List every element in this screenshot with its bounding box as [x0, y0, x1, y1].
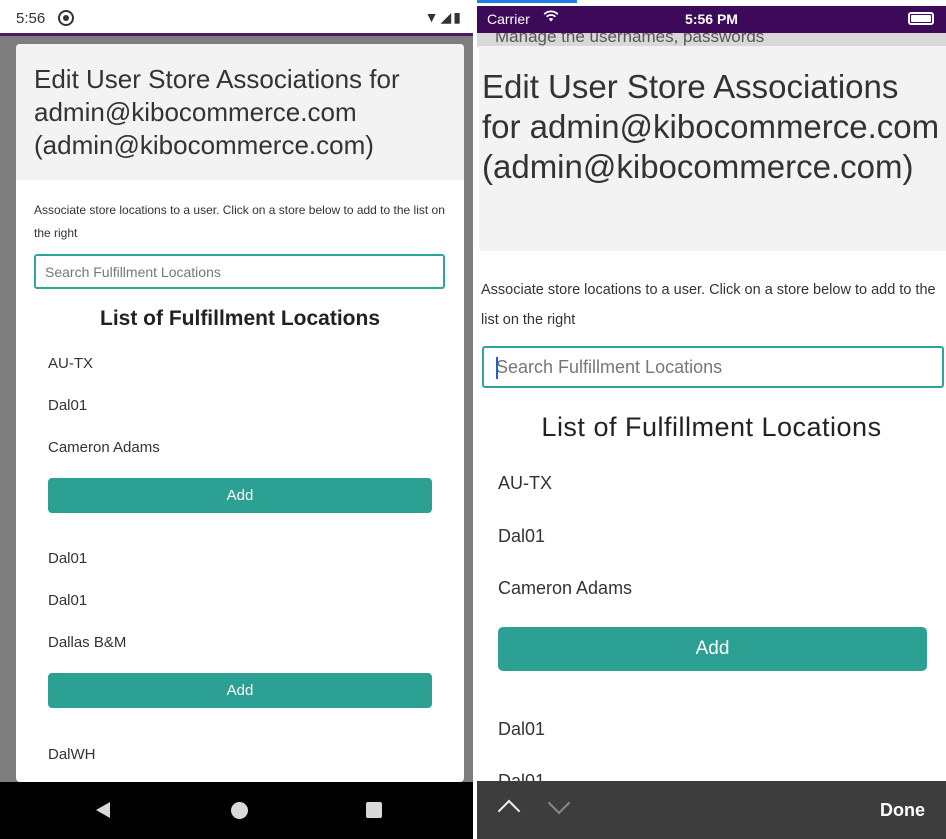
android-search-field[interactable] — [34, 254, 445, 289]
location-item[interactable]: Dal01 — [48, 397, 87, 414]
do-not-disturb-icon — [58, 10, 74, 26]
location-item[interactable]: AU-TX — [48, 355, 93, 372]
location-item[interactable]: Dallas B&M — [48, 634, 126, 651]
android-navigation-bar — [0, 782, 473, 839]
home-icon[interactable] — [231, 802, 248, 819]
ios-top-accent — [477, 0, 577, 3]
location-item[interactable]: Dal01 — [498, 526, 545, 547]
android-screen: 5:56 ▼◢▮ Edit User Store Associations fo… — [0, 0, 473, 839]
ios-keyboard-toolbar: Done — [477, 781, 946, 839]
battery-icon — [908, 12, 934, 25]
location-item[interactable]: Dal01 — [48, 592, 87, 609]
location-item[interactable]: Dal01 — [48, 550, 87, 567]
ios-search-input[interactable] — [484, 348, 942, 386]
android-search-input[interactable] — [36, 256, 443, 287]
add-button[interactable]: Add — [48, 673, 432, 708]
add-button[interactable]: Add — [498, 627, 927, 671]
ios-status-bar: Carrier 5:56 PM — [477, 6, 946, 33]
android-status-icons: ▼◢▮ — [425, 9, 463, 26]
battery-icon: ▮ — [453, 9, 463, 25]
text-cursor — [496, 357, 498, 379]
location-item[interactable]: DalWH — [48, 746, 96, 763]
chevron-down-icon[interactable] — [547, 791, 571, 815]
android-modal-header: Edit User Store Associations for admin@k… — [16, 44, 464, 180]
signal-icon: ◢ — [440, 9, 454, 25]
done-button[interactable]: Done — [880, 800, 925, 821]
android-description: Associate store locations to a user. Cli… — [34, 203, 445, 240]
ios-description: Associate store locations to a user. Cli… — [481, 282, 936, 328]
location-item[interactable]: AU-TX — [498, 473, 552, 494]
ios-screen: Carrier 5:56 PM Manage the usernames, pa… — [477, 0, 946, 839]
ios-list-title: List of Fulfillment Locations — [541, 412, 882, 442]
android-list-title: List of Fulfillment Locations — [100, 307, 380, 330]
location-item[interactable]: Cameron Adams — [498, 578, 632, 599]
ios-modal-title: Edit User Store Associations for admin@k… — [482, 68, 940, 185]
ios-search-field[interactable] — [482, 346, 944, 388]
recents-icon[interactable] — [366, 802, 382, 818]
ios-underlying-page-text: Manage the usernames, passwords — [477, 33, 946, 47]
chevron-up-icon[interactable] — [497, 799, 521, 823]
screenshot-root: 5:56 ▼◢▮ Edit User Store Associations fo… — [0, 0, 946, 839]
location-item[interactable]: Dal01 — [498, 719, 545, 740]
wifi-icon: ▼ — [424, 9, 441, 25]
underlying-text: Manage the usernames, passwords — [495, 33, 765, 46]
android-status-bar: 5:56 ▼◢▮ — [0, 0, 473, 36]
android-status-time: 5:56 — [16, 10, 46, 27]
android-modal: Edit User Store Associations for admin@k… — [16, 44, 464, 782]
ios-status-time: 5:56 PM — [685, 11, 738, 27]
android-modal-title: Edit User Store Associations for admin@k… — [34, 64, 400, 160]
add-button[interactable]: Add — [48, 478, 432, 513]
ios-modal-header: Edit User Store Associations for admin@k… — [479, 46, 946, 251]
location-item[interactable]: Cameron Adams — [48, 439, 160, 456]
back-icon[interactable] — [96, 802, 110, 818]
